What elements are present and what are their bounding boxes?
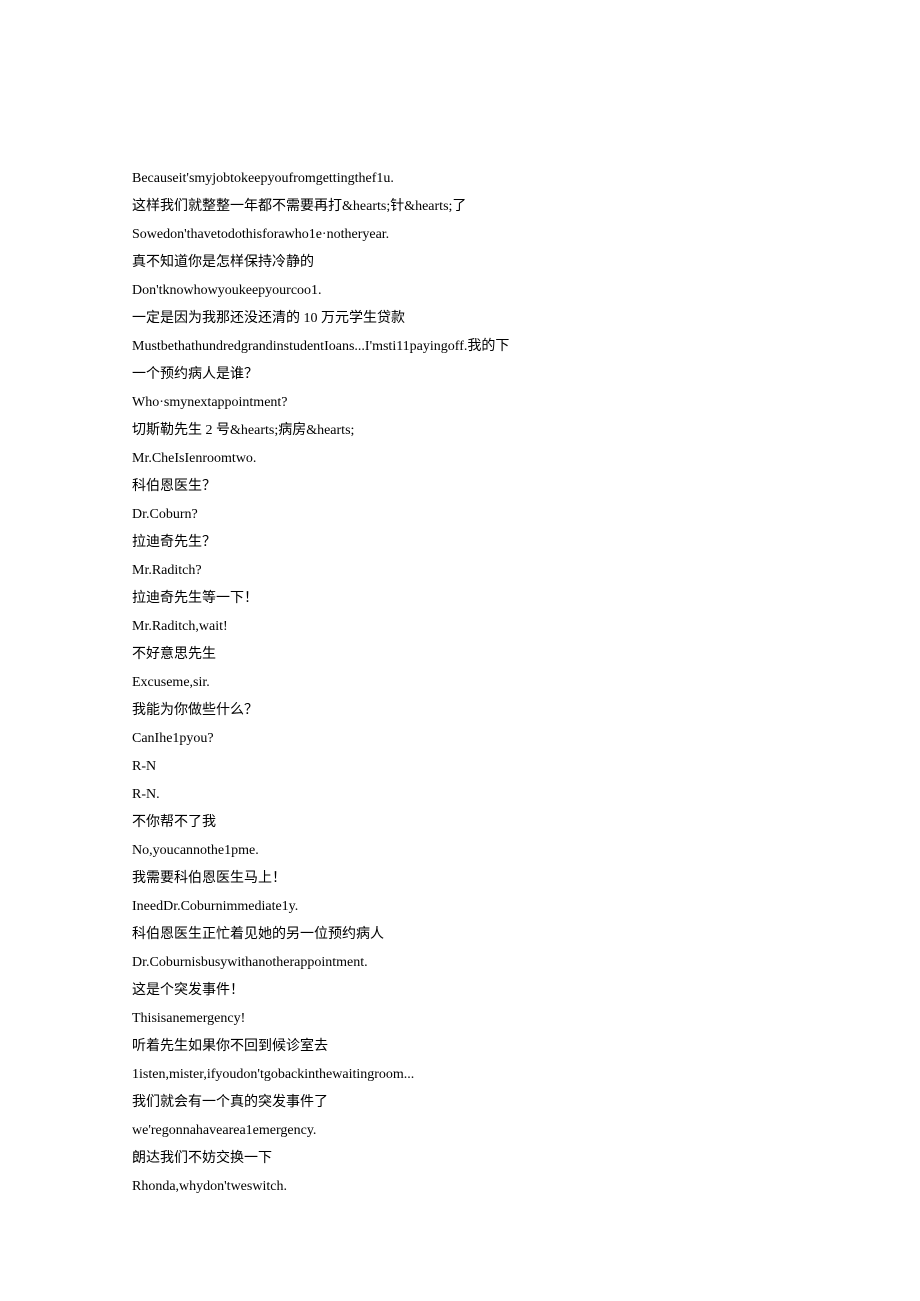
- text-line: Sowedon'thavetodothisforawho1e·notheryea…: [132, 221, 920, 249]
- text-line: 拉迪奇先生？: [132, 529, 920, 557]
- text-line: R-N.: [132, 781, 920, 809]
- text-line: Dr.Coburn?: [132, 501, 920, 529]
- text-line: 这是个突发事件！: [132, 977, 920, 1005]
- text-line: 真不知道你是怎样保持冷静的: [132, 249, 920, 277]
- text-line: R-N: [132, 753, 920, 781]
- text-line: CanIhe1pyou?: [132, 725, 920, 753]
- text-line: 切斯勒先生 2 号&hearts;病房&hearts;: [132, 417, 920, 445]
- text-line: 听着先生如果你不回到候诊室去: [132, 1033, 920, 1061]
- text-line: 科伯恩医生？: [132, 473, 920, 501]
- text-line: Rhonda,whydon'tweswitch.: [132, 1173, 920, 1201]
- text-line: No,youcannothe1pme.: [132, 837, 920, 865]
- text-line: MustbethathundredgrandinstudentIoans...I…: [132, 333, 920, 361]
- text-line: Excuseme,sir.: [132, 669, 920, 697]
- document-content: Becauseit'smyjobtokeepyoufromgettingthef…: [132, 165, 920, 1201]
- text-line: Mr.Raditch,wait!: [132, 613, 920, 641]
- text-line: 不你帮不了我: [132, 809, 920, 837]
- text-line: Mr.Raditch?: [132, 557, 920, 585]
- text-line: 我们就会有一个真的突发事件了: [132, 1089, 920, 1117]
- text-line: 一个预约病人是谁？: [132, 361, 920, 389]
- text-line: Don'tknowhowyoukeepyourcoo1.: [132, 277, 920, 305]
- text-line: Who·smynextappointment?: [132, 389, 920, 417]
- text-line: 这样我们就整整一年都不需要再打&hearts;针&hearts;了: [132, 193, 920, 221]
- text-line: 1isten,mister,ifyoudon'tgobackinthewaiti…: [132, 1061, 920, 1089]
- text-line: Dr.Coburnisbusywithanotherappointment.: [132, 949, 920, 977]
- text-line: 朗达我们不妨交换一下: [132, 1145, 920, 1173]
- text-line: Thisisanemergency!: [132, 1005, 920, 1033]
- text-line: 我能为你做些什么？: [132, 697, 920, 725]
- text-line: we'regonnahaveareа1emergency.: [132, 1117, 920, 1145]
- text-line: 拉迪奇先生等一下！: [132, 585, 920, 613]
- text-line: Becauseit'smyjobtokeepyoufromgettingthef…: [132, 165, 920, 193]
- text-line: IneedDr.Coburnimmediate1y.: [132, 893, 920, 921]
- text-line: Mr.CheIsIenroomtwo.: [132, 445, 920, 473]
- text-line: 不好意思先生: [132, 641, 920, 669]
- text-line: 我需要科伯恩医生马上！: [132, 865, 920, 893]
- text-line: 科伯恩医生正忙着见她的另一位预约病人: [132, 921, 920, 949]
- text-line: 一定是因为我那还没还清的 10 万元学生贷款: [132, 305, 920, 333]
